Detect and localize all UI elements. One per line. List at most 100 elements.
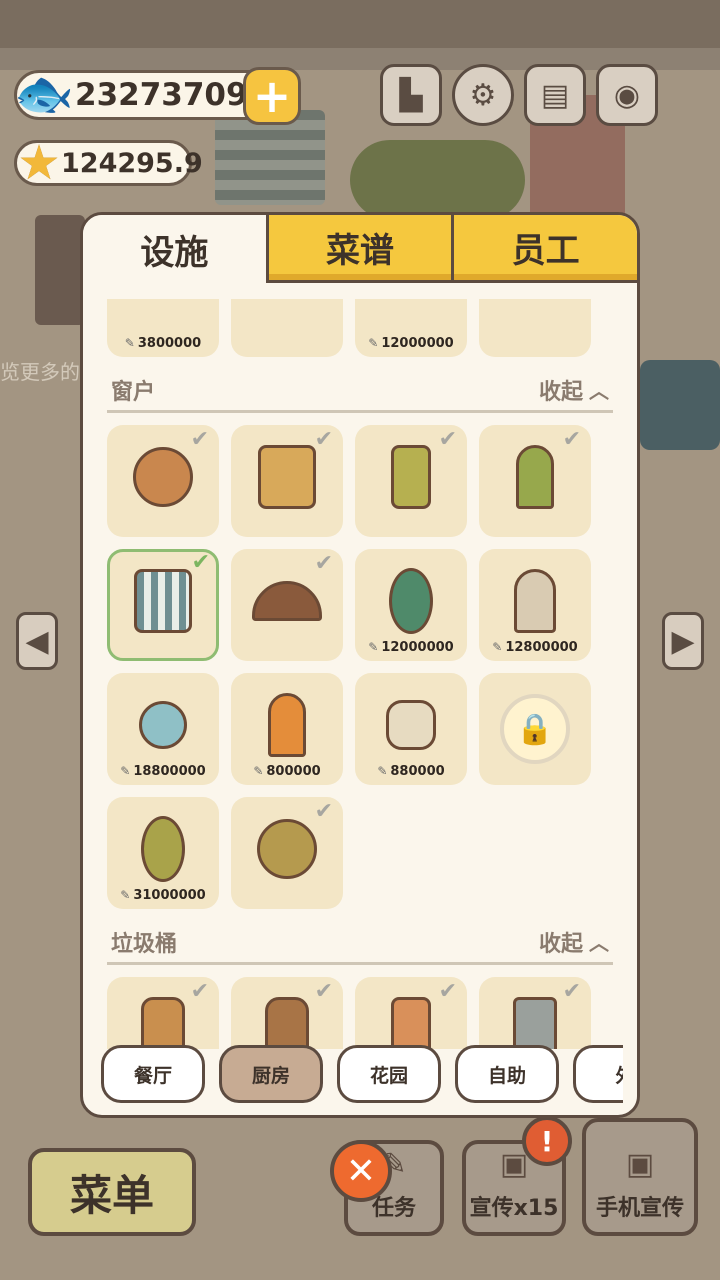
phone-promo-button[interactable]: ▣ 手机宣传	[582, 1118, 698, 1236]
item-cell[interactable]	[479, 299, 591, 357]
pen-icon: ✎	[124, 336, 135, 350]
fish-currency: 🐟 23273709 +	[14, 66, 301, 125]
collapse-button[interactable]: 收起 ︿	[539, 926, 609, 958]
trash-item[interactable]: ✔	[107, 977, 219, 1049]
check-icon: ✔	[314, 799, 333, 824]
pen-icon: ✎	[368, 336, 379, 350]
orange-window-image	[268, 693, 306, 757]
category-garden[interactable]: 花园	[337, 1045, 441, 1103]
oval-window-image	[389, 568, 433, 634]
check-icon: ✔	[190, 979, 209, 1004]
house-window-image	[516, 445, 554, 509]
category-bar: 餐厅 厨房 花园 自助 外	[101, 1045, 623, 1107]
gear-icon[interactable]: ⚙	[452, 64, 514, 126]
bg-cabinet	[35, 215, 85, 325]
tab-facilities[interactable]: 设施	[83, 215, 266, 283]
check-icon: ✔	[562, 979, 581, 1004]
menu-button[interactable]: 菜单	[28, 1148, 196, 1236]
window-item[interactable]: ✔	[231, 425, 343, 537]
category-restaurant[interactable]: 餐厅	[101, 1045, 205, 1103]
window-item[interactable]: ✔	[231, 549, 343, 661]
scroll-right-arrow[interactable]: ▶	[662, 612, 704, 670]
chevron-up-icon: ︿	[589, 379, 609, 403]
fish-amount: 23273709	[75, 77, 248, 113]
ship-wheel-window-image	[139, 701, 187, 749]
check-icon: ✔	[438, 979, 457, 1004]
alert-badge: !	[522, 1116, 572, 1166]
pen-icon: ✎	[120, 888, 131, 902]
pen-icon: ✎	[377, 764, 388, 778]
tab-recipes[interactable]: 菜谱	[265, 215, 452, 283]
item-cell[interactable]	[231, 299, 343, 357]
section-header-windows: 窗户 收起 ︿	[107, 369, 613, 413]
window-item[interactable]: ✔	[479, 425, 591, 537]
item-cell[interactable]: ✎ 12000000	[355, 299, 467, 357]
background-hint-text: 览更多的	[0, 360, 80, 384]
star-icon: ★	[17, 135, 61, 191]
trash-item[interactable]: ✔	[231, 977, 343, 1049]
gear-window-image	[257, 819, 317, 879]
section-header-trash: 垃圾桶 收起 ︿	[107, 921, 613, 965]
check-icon: ✔	[191, 550, 210, 575]
camera-icon[interactable]: ◉	[596, 64, 658, 126]
locked-item[interactable]: 🔒	[479, 673, 591, 785]
phone-icon: ▣	[625, 1147, 655, 1182]
awning-window-image	[391, 445, 431, 509]
window-item[interactable]: ✎ 880000	[355, 673, 467, 785]
star-currency: ★ 124295.9	[14, 135, 203, 191]
metal-bin-image	[513, 997, 557, 1049]
striped-window-image	[134, 569, 192, 633]
round-window-image	[133, 447, 193, 507]
pen-icon: ✎	[492, 640, 503, 654]
book-icon[interactable]: ▤	[524, 64, 586, 126]
lock-icon: 🔒	[500, 694, 570, 764]
scroll-left-arrow[interactable]: ◀	[16, 612, 58, 670]
trash-item[interactable]: ✔	[479, 977, 591, 1049]
star-amount: 124295.9	[61, 147, 203, 179]
category-kitchen[interactable]: 厨房	[219, 1045, 323, 1103]
barrel-bin-image	[265, 997, 309, 1049]
close-icon[interactable]: ✕	[330, 1140, 392, 1202]
ghost-window-image	[514, 569, 556, 633]
check-icon: ✔	[562, 427, 581, 452]
window-item[interactable]: ✎ 12800000	[479, 549, 591, 661]
ranking-icon[interactable]: ▙	[380, 64, 442, 126]
category-self-service[interactable]: 自助	[455, 1045, 559, 1103]
tab-staff[interactable]: 员工	[451, 215, 637, 283]
window-item[interactable]: ✎ 18800000	[107, 673, 219, 785]
bg-table	[640, 360, 720, 450]
half-round-window-image	[252, 581, 322, 621]
panel-tabs: 设施 菜谱 员工	[83, 215, 637, 283]
octagon-window-image	[386, 700, 436, 750]
fish-icon: 🐟	[14, 65, 74, 122]
window-item[interactable]: ✎ 800000	[231, 673, 343, 785]
pen-icon: ✎	[253, 764, 264, 778]
facility-panel: 设施 菜谱 员工 ✎ 3800000 ✎ 12000000 窗户 收起 ︿ ✔ ✔ ✔…	[80, 212, 640, 1118]
flower-window-image	[141, 816, 185, 882]
window-item[interactable]: ✔	[231, 797, 343, 909]
blind-window-image	[258, 445, 316, 509]
trash-item[interactable]: ✔	[355, 977, 467, 1049]
pen-icon: ✎	[368, 640, 379, 654]
trash-grid: ✔ ✔ ✔ ✔	[107, 977, 613, 1049]
section-title: 窗户	[111, 379, 156, 405]
basket-bin-image	[391, 997, 431, 1049]
section-title: 垃圾桶	[111, 931, 178, 957]
bg-bush	[350, 140, 525, 220]
windows-grid: ✔ ✔ ✔ ✔ ✔ ✔ ✎ 12000000 ✎ 12800000 ✎ 1880000…	[107, 425, 613, 909]
add-currency-button[interactable]: +	[243, 67, 301, 125]
check-icon: ✔	[314, 427, 333, 452]
item-cell[interactable]: ✎ 3800000	[107, 299, 219, 357]
check-icon: ✔	[190, 427, 209, 452]
check-icon: ✔	[314, 979, 333, 1004]
window-item[interactable]: ✔	[355, 425, 467, 537]
window-item-selected[interactable]: ✔	[107, 549, 219, 661]
window-item[interactable]: ✔	[107, 425, 219, 537]
collapse-button[interactable]: 收起 ︿	[539, 374, 609, 406]
window-item[interactable]: ✎ 12000000	[355, 549, 467, 661]
window-item[interactable]: ✎ 31000000	[107, 797, 219, 909]
check-icon: ✔	[438, 427, 457, 452]
previous-section-row: ✎ 3800000 ✎ 12000000	[107, 299, 613, 357]
item-scroll-area[interactable]: ✎ 3800000 ✎ 12000000 窗户 收起 ︿ ✔ ✔ ✔ ✔ ✔ ✔ ✎ 1…	[107, 299, 613, 1049]
category-outside[interactable]: 外	[573, 1045, 623, 1103]
